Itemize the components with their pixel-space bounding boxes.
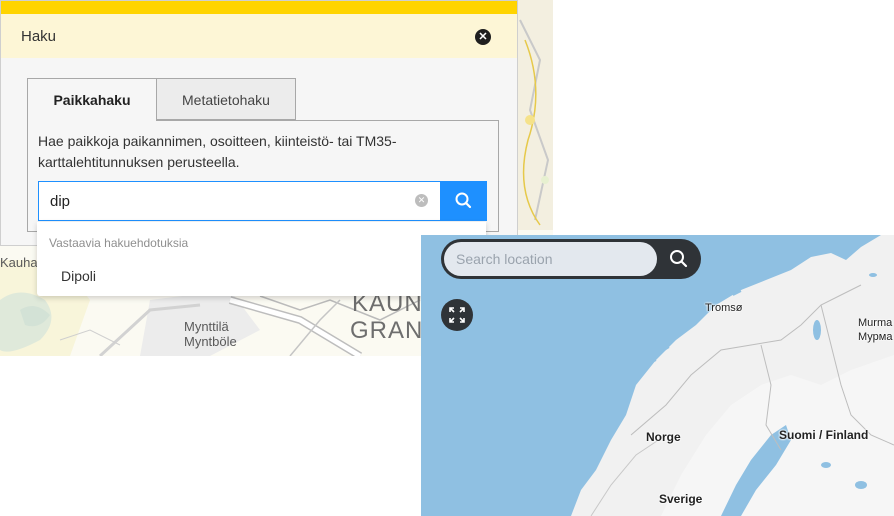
map-label-sverige: Sverige bbox=[659, 492, 703, 506]
tab-metatietohaku[interactable]: Metatietohaku bbox=[157, 78, 296, 120]
search-row: ✕ bbox=[38, 181, 487, 221]
suggestions-heading: Vastaavia hakuehdotuksia bbox=[49, 236, 189, 250]
fullscreen-icon bbox=[449, 307, 465, 323]
map-label-myntbole: Myntböle bbox=[184, 334, 237, 349]
map-label-finland: Suomi / Finland bbox=[779, 428, 869, 442]
search-icon bbox=[670, 250, 688, 268]
map-label-tromso: Tromsø bbox=[705, 302, 743, 314]
map-label-norge: Norge bbox=[646, 430, 681, 444]
tab-paikkahaku[interactable]: Paikkahaku bbox=[27, 78, 157, 121]
search-panel: Haku ✕ Paikkahaku Metatietohaku Hae paik… bbox=[0, 0, 518, 246]
location-search-bar bbox=[441, 239, 701, 279]
clear-icon[interactable]: ✕ bbox=[415, 194, 428, 207]
map-label-murmansk: Murma bbox=[858, 317, 893, 329]
search-icon bbox=[455, 192, 472, 209]
map-label-murmansk-cyrillic: Мурма bbox=[858, 331, 893, 343]
place-search-input[interactable] bbox=[38, 181, 440, 221]
location-search-button[interactable] bbox=[665, 245, 693, 273]
location-map[interactable]: Tromsø Murma Мурма Norge Suomi / Finland… bbox=[421, 235, 894, 516]
search-help-text: Hae paikkoja paikannimen, osoitteen, kii… bbox=[38, 133, 397, 170]
panel-title: Haku bbox=[21, 28, 57, 45]
suggestion-item[interactable]: Dipoli bbox=[61, 268, 96, 284]
fullscreen-button[interactable] bbox=[441, 299, 473, 331]
map-label-kauhal: Kauhal bbox=[0, 255, 41, 270]
location-search-input[interactable] bbox=[444, 242, 657, 276]
search-button[interactable] bbox=[440, 181, 487, 221]
map-label-gran: GRAN bbox=[350, 317, 424, 344]
close-icon[interactable]: ✕ bbox=[475, 29, 491, 45]
panel-header: Haku ✕ bbox=[1, 14, 517, 58]
suggestions-dropdown: Vastaavia hakuehdotuksia Dipoli bbox=[37, 222, 486, 296]
panel-accent-bar bbox=[1, 1, 517, 14]
map-label-mynttila: Mynttilä bbox=[184, 319, 229, 334]
